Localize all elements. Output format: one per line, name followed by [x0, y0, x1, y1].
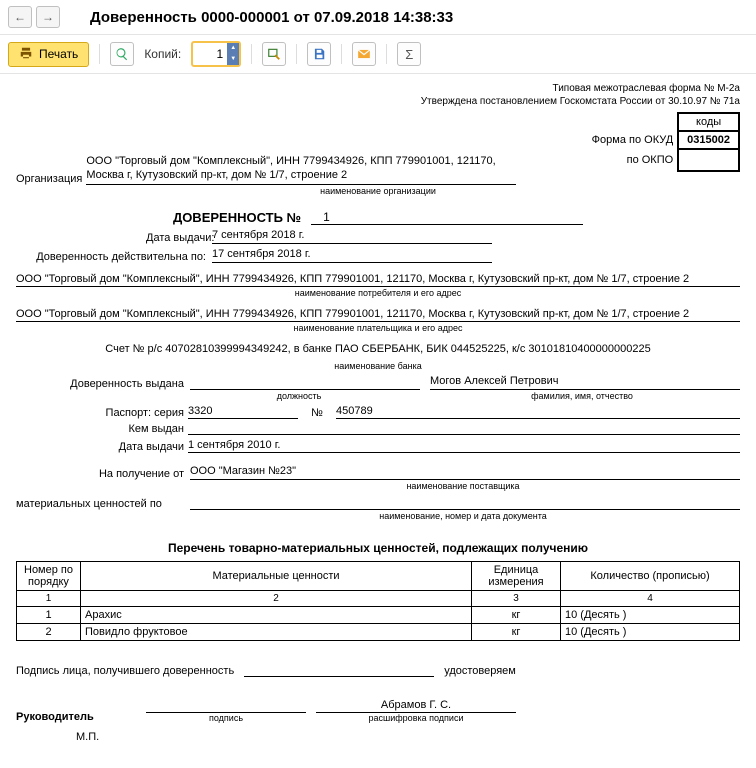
print-button[interactable]: Печать — [8, 42, 89, 67]
printer-icon — [19, 46, 33, 63]
magnifier-icon — [115, 47, 129, 61]
decode-caption: расшифровка подписи — [316, 713, 516, 723]
issued-to-label: Доверенность выдана — [16, 378, 190, 390]
doc-number: 1 — [311, 210, 583, 225]
sign-person-label: Подпись лица, получившего доверенность — [16, 665, 234, 677]
okpo-value — [678, 149, 739, 171]
passport-series: 3320 — [188, 405, 298, 419]
table-row: 1Арахискг10 (Десять ) — [17, 606, 740, 623]
issued-by — [188, 433, 740, 435]
position-caption: должность — [184, 391, 414, 401]
nav-back-button[interactable]: ← — [8, 6, 32, 28]
account-caption: наименование банка — [16, 361, 740, 371]
valid-date: 17 сентября 2018 г. — [212, 248, 492, 263]
table-title: Перечень товарно-материальных ценностей,… — [16, 541, 740, 555]
okud-label: Форма по ОКУД — [584, 131, 679, 149]
receive-from-label: На получение от — [16, 468, 190, 480]
okud-value: 0315002 — [678, 131, 739, 149]
email-button[interactable] — [352, 42, 376, 66]
sigma-icon: Σ — [405, 47, 413, 62]
col-unit: Единица измерения — [472, 561, 561, 590]
supplier-name: ООО "Магазин №23" — [190, 465, 740, 480]
spinner-up[interactable]: ▲ — [227, 43, 239, 54]
director-label: Руководитель — [16, 711, 136, 723]
payer-line: ООО "Торговый дом "Комплексный", ИНН 779… — [16, 308, 740, 322]
account-line: Счет № р/с 40702810399994349242, в банке… — [16, 343, 740, 355]
consumer-caption: наименование потребителя и его адрес — [16, 288, 740, 298]
codes-title: коды — [678, 113, 739, 131]
org-label: Организация — [16, 173, 86, 185]
fio-caption: фамилия, имя, отчество — [424, 391, 740, 401]
okpo-label: по ОКПО — [584, 149, 679, 171]
supplier-caption: наименование поставщика — [186, 481, 740, 491]
envelope-icon — [357, 47, 371, 61]
items-table: Номер по порядку Материальные ценности Е… — [16, 561, 740, 641]
separator — [99, 44, 100, 64]
values-caption: наименование, номер и дата документа — [186, 511, 740, 521]
preview-button[interactable] — [110, 42, 134, 66]
passport-date: 1 сентября 2010 г. — [188, 439, 740, 453]
separator — [341, 44, 342, 64]
org-value: ООО "Торговый дом "Комплексный", ИНН 779… — [86, 154, 516, 185]
form-code-line2: Утверждена постановлением Госкомстата Ро… — [16, 95, 740, 108]
sum-button[interactable]: Σ — [397, 42, 421, 66]
table-edit-icon — [267, 47, 281, 61]
copies-stepper[interactable]: ▲ ▼ — [191, 41, 241, 67]
fio-value: Могов Алексей Петрович — [430, 375, 740, 390]
table-row: 2Повидло фруктовоекг10 (Десять ) — [17, 623, 740, 640]
passport-no-label: № — [302, 407, 332, 419]
codes-table: коды Форма по ОКУД 0315002 по ОКПО — [584, 112, 740, 172]
floppy-icon — [312, 47, 326, 61]
nav-forward-button[interactable]: → — [36, 6, 60, 28]
director-name: Абрамов Г. С. — [316, 699, 516, 713]
values-label: материальных ценностей по — [16, 498, 190, 510]
consumer-line: ООО "Торговый дом "Комплексный", ИНН 779… — [16, 273, 740, 287]
col-num: Номер по порядку — [17, 561, 81, 590]
form-code-line1: Типовая межотраслевая форма № М-2а — [16, 82, 740, 95]
col-qty: Количество (прописью) — [561, 561, 740, 590]
passport-number: 450789 — [336, 405, 740, 419]
doc-heading: ДОВЕРЕННОСТЬ № — [173, 210, 301, 225]
org-caption: наименование организации — [16, 186, 740, 196]
certify-label: удостоверяем — [444, 665, 516, 677]
separator — [386, 44, 387, 64]
payer-caption: наименование плательщика и его адрес — [16, 323, 740, 333]
separator — [251, 44, 252, 64]
issue-date: 7 сентября 2018 г. — [212, 229, 492, 244]
copies-label: Копий: — [144, 47, 181, 61]
col-name: Материальные ценности — [81, 561, 472, 590]
edit-button[interactable] — [262, 42, 286, 66]
issue-date-label: Дата выдачи: — [146, 232, 212, 244]
print-label: Печать — [39, 47, 78, 61]
passport-date-label: Дата выдачи — [16, 441, 184, 453]
save-button[interactable] — [307, 42, 331, 66]
separator — [296, 44, 297, 64]
document-title: Доверенность 0000-000001 от 07.09.2018 1… — [90, 9, 453, 26]
issued-by-label: Кем выдан — [16, 423, 184, 435]
valid-label: Доверенность действительна по: — [16, 251, 212, 263]
mp-label: М.П. — [76, 731, 740, 743]
spinner-down[interactable]: ▼ — [227, 54, 239, 65]
passport-label: Паспорт: серия — [16, 407, 184, 419]
copies-input[interactable] — [193, 47, 227, 61]
sign-caption: подпись — [146, 713, 306, 723]
